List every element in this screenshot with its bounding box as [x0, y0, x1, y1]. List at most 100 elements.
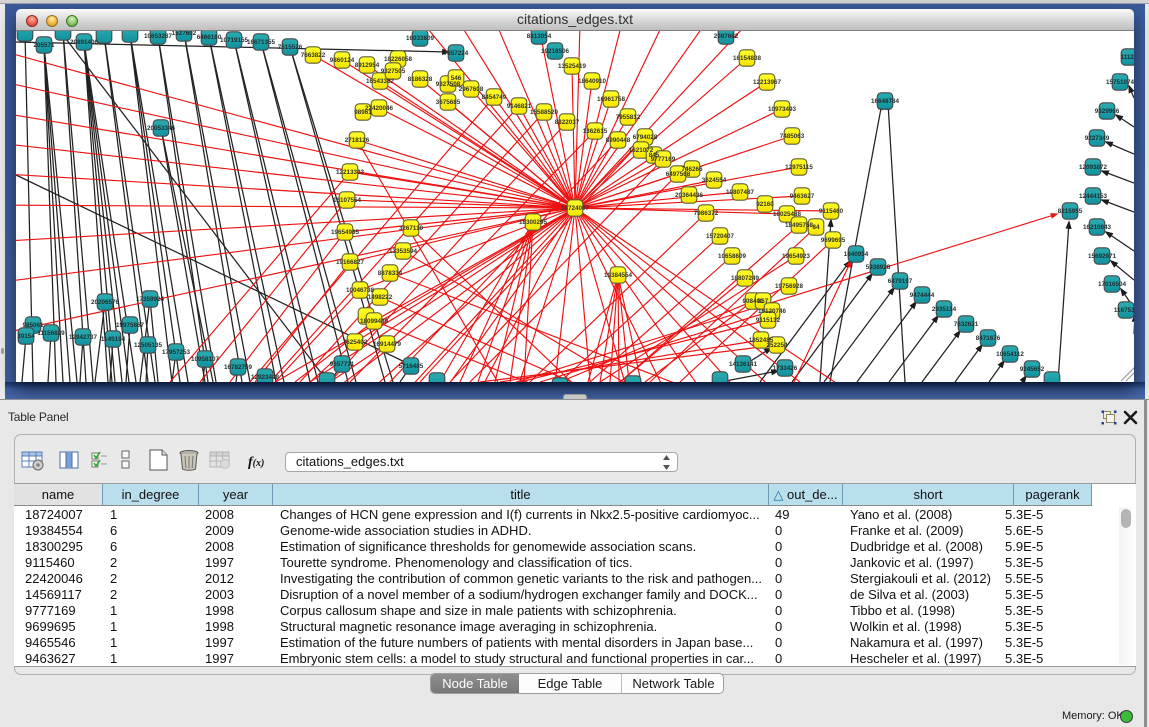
svg-text:8990448: 8990448 [606, 137, 631, 144]
svg-text:867: 867 [758, 298, 769, 305]
svg-text:15692971: 15692971 [1088, 253, 1117, 260]
svg-text:12975115: 12975115 [785, 164, 813, 171]
svg-text:16914479: 16914479 [373, 341, 402, 348]
svg-text:18226058: 18226058 [384, 56, 413, 63]
svg-text:7986372: 7986372 [694, 210, 719, 217]
svg-text:2718126: 2718126 [345, 137, 370, 144]
svg-text:8471676: 8471676 [976, 335, 1001, 342]
svg-text:11124: 11124 [1121, 54, 1134, 61]
svg-text:16154838: 16154838 [733, 55, 762, 62]
svg-text:16107554: 16107554 [333, 197, 362, 204]
svg-text:6466160: 6466160 [197, 34, 222, 41]
svg-text:19975867: 19975867 [116, 322, 145, 329]
svg-text:8813054: 8813054 [527, 33, 552, 40]
svg-text:16543382: 16543382 [366, 78, 395, 85]
svg-text:9329966: 9329966 [1095, 108, 1120, 115]
svg-text:18099489: 18099489 [360, 318, 389, 325]
svg-text:985061: 985061 [22, 322, 44, 329]
svg-text:19166827: 19166827 [336, 259, 365, 266]
svg-text:9146821: 9146821 [507, 103, 532, 110]
svg-text:16648784: 16648784 [871, 98, 900, 105]
svg-text:18724007: 18724007 [561, 205, 590, 212]
svg-text:8186328: 8186328 [408, 76, 433, 83]
svg-text:17359924: 17359924 [136, 296, 165, 303]
svg-text:18807249: 18807249 [731, 275, 760, 282]
svg-text:9245652: 9245652 [1020, 366, 1045, 373]
svg-text:5938928: 5938928 [866, 264, 891, 271]
svg-text:19218506: 19218506 [541, 48, 570, 55]
svg-text:12213967: 12213967 [753, 79, 782, 86]
svg-text:19654985: 19654985 [331, 229, 360, 236]
svg-text:1733426: 1733426 [773, 365, 798, 372]
svg-text:17016504: 17016504 [1098, 281, 1127, 288]
svg-text:205571: 205571 [33, 42, 55, 49]
svg-text:2935114: 2935114 [932, 306, 957, 313]
svg-text:20364436: 20364436 [675, 192, 704, 199]
svg-text:8215955: 8215955 [1058, 208, 1083, 215]
svg-text:10658609: 10658609 [718, 253, 747, 260]
svg-text:1640954: 1640954 [844, 251, 869, 258]
svg-text:8454749: 8454749 [482, 94, 507, 101]
svg-text:20206576: 20206576 [91, 299, 120, 306]
svg-text:18640910: 18640910 [578, 78, 607, 85]
svg-text:13525419: 13525419 [558, 63, 587, 70]
svg-text:10807487: 10807487 [726, 189, 755, 196]
svg-text:7515526: 7515526 [278, 44, 303, 51]
svg-text:16120746: 16120746 [758, 308, 787, 315]
svg-text:9463627: 9463627 [790, 193, 815, 200]
svg-text:18495758: 18495758 [785, 222, 814, 229]
svg-text:8912954: 8912954 [355, 62, 380, 69]
svg-text:9657771: 9657771 [330, 361, 355, 368]
svg-text:7955812: 7955812 [616, 114, 641, 121]
svg-text:7485063: 7485063 [780, 133, 805, 140]
svg-text:9227349: 9227349 [1085, 135, 1110, 142]
svg-text:10719155: 10719155 [220, 37, 249, 44]
svg-text:7632621: 7632621 [954, 321, 979, 328]
svg-text:7857224: 7857224 [444, 50, 469, 57]
svg-text:16033809: 16033809 [406, 35, 435, 42]
svg-text:15751074: 15751074 [1106, 79, 1134, 86]
svg-text:1167533: 1167533 [1114, 307, 1134, 314]
svg-text:98961: 98961 [354, 109, 372, 116]
svg-text:15588520: 15588520 [530, 109, 559, 116]
svg-text:9115132: 9115132 [756, 317, 781, 324]
svg-text:252254: 252254 [766, 342, 788, 349]
svg-text:10958107: 10958107 [191, 356, 220, 363]
svg-text:14136141: 14136141 [729, 361, 758, 368]
svg-text:2087682: 2087682 [714, 33, 739, 40]
svg-text:12093872: 12093872 [1079, 164, 1108, 171]
svg-text:17957253: 17957253 [162, 349, 191, 356]
svg-text:20891406: 20891406 [70, 39, 99, 46]
svg-text:1145194: 1145194 [101, 336, 126, 343]
svg-text:546: 546 [451, 75, 462, 82]
svg-text:5716485: 5716485 [399, 363, 424, 370]
svg-text:3267110: 3267110 [399, 225, 424, 232]
svg-text:6794028: 6794028 [633, 134, 658, 141]
svg-text:f(x): f(x) [248, 455, 264, 470]
svg-text:19756928: 19756928 [775, 283, 804, 290]
svg-text:12942737: 12942737 [69, 334, 98, 341]
svg-text:19384554: 19384554 [604, 272, 633, 279]
svg-text:9474444: 9474444 [910, 292, 935, 299]
svg-text:16782759: 16782759 [224, 364, 253, 371]
svg-text:1527602: 1527602 [172, 31, 197, 37]
svg-text:16210643: 16210643 [1083, 224, 1112, 231]
svg-text:7625402: 7625402 [343, 339, 368, 346]
svg-text:1362615: 1362615 [583, 128, 608, 135]
svg-text:6479197: 6479197 [888, 278, 913, 285]
svg-text:3675685: 3675685 [436, 99, 461, 106]
svg-text:10046738: 10046738 [346, 287, 375, 294]
svg-text:15720407: 15720407 [706, 233, 735, 240]
svg-text:9860124: 9860124 [330, 57, 355, 64]
svg-text:20053346: 20053346 [147, 125, 176, 132]
svg-text:3624554: 3624554 [702, 177, 727, 184]
svg-text:16961758: 16961758 [597, 96, 626, 103]
svg-text:9699695: 9699695 [821, 237, 846, 244]
svg-text:10653287: 10653287 [144, 33, 173, 40]
svg-text:1498222: 1498222 [368, 294, 393, 301]
svg-text:9327505: 9327505 [381, 68, 406, 75]
svg-text:9777169: 9777169 [651, 156, 676, 163]
svg-text:18300295: 18300295 [519, 219, 548, 226]
svg-text:92160: 92160 [756, 201, 774, 208]
svg-text:12444153: 12444153 [1079, 193, 1108, 200]
